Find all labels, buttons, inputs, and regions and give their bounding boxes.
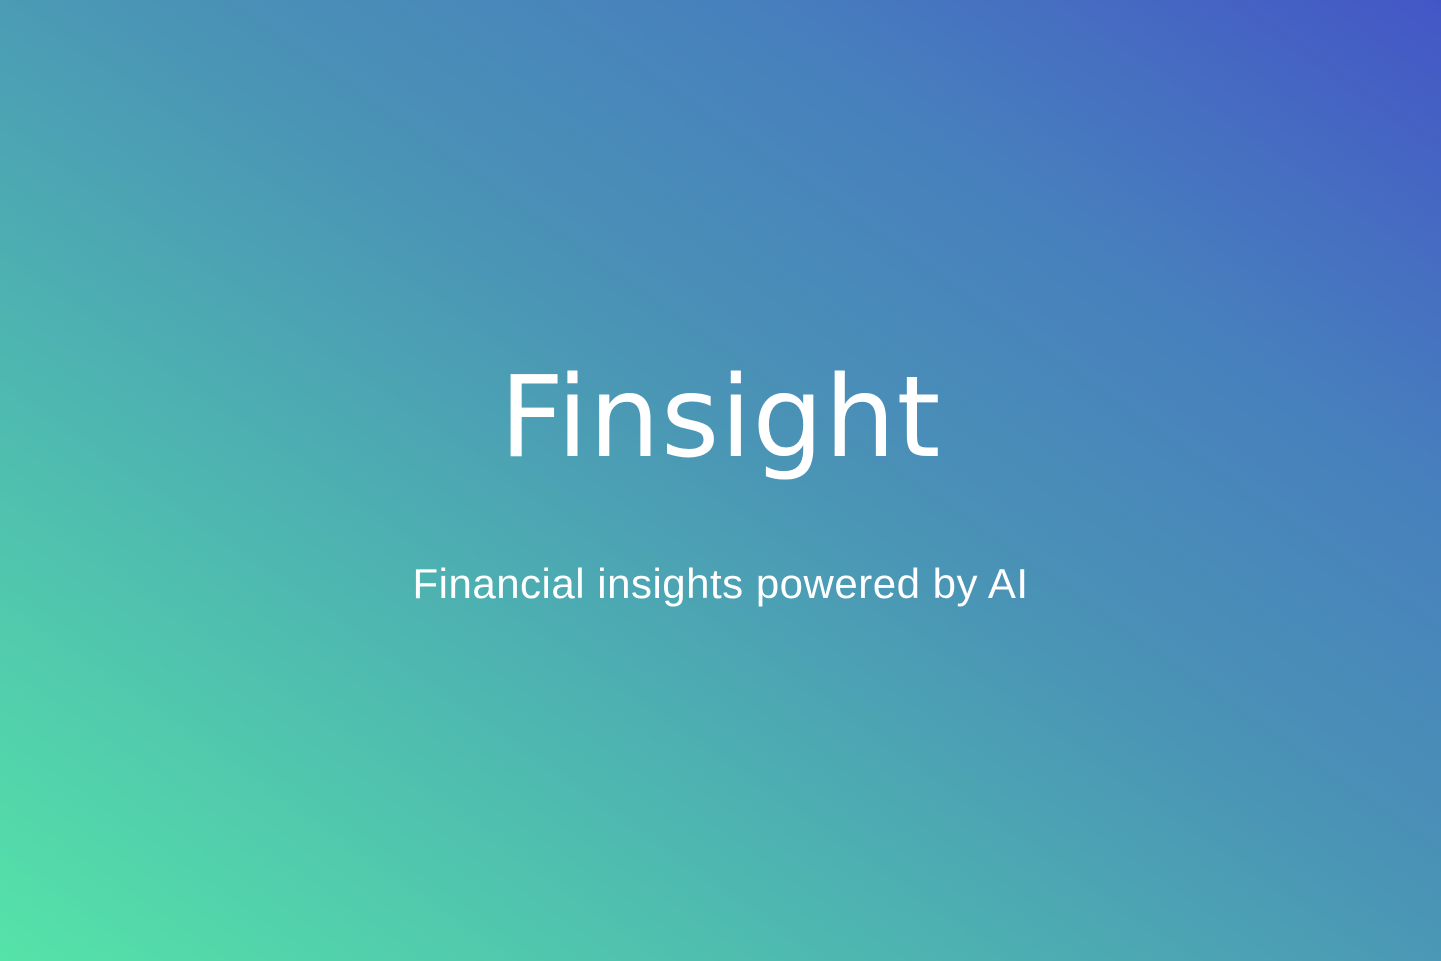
app-tagline: Financial insights powered by AI (412, 560, 1029, 607)
splash-screen: Finsight Financial insights powered by A… (0, 0, 1441, 961)
app-title: Finsight (499, 353, 942, 483)
